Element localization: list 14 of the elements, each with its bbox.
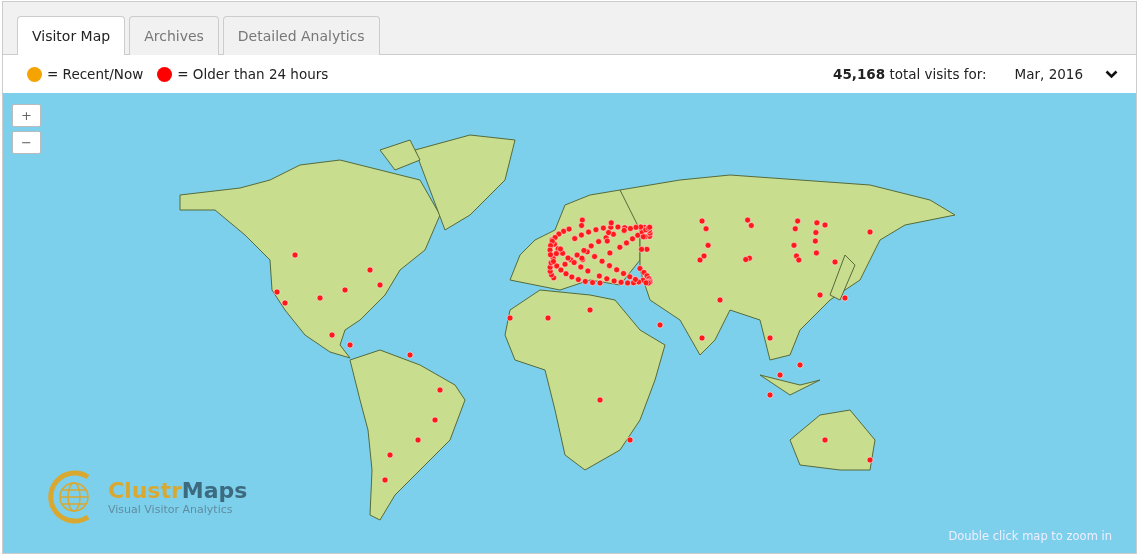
tab[interactable]: Detailed Analytics	[222, 16, 380, 55]
tab[interactable]: Archives	[129, 16, 219, 55]
tab[interactable]: Visitor Map	[17, 16, 126, 55]
logo-tagline: Visual Visitor Analytics	[108, 503, 234, 516]
logo-wordmark: ClustrMaps	[108, 478, 248, 503]
total-visits-text: 45,168 total visits for:	[833, 66, 987, 82]
zoom-button[interactable]: −	[12, 131, 41, 154]
period-select[interactable]: Mar, 2016	[1014, 66, 1118, 82]
map-background[interactable]: + − ClustrMaps Visual Visitor Analytics Double click map to zoom in	[3, 93, 1136, 553]
zoom-hint-text: Double click map to zoom in	[948, 529, 1112, 543]
zoom-button[interactable]: +	[12, 104, 41, 127]
legend-label: = Recent/Now	[47, 66, 144, 82]
chevron-down-icon	[1105, 69, 1118, 79]
legend-label: = Older than 24 hours	[177, 66, 329, 82]
